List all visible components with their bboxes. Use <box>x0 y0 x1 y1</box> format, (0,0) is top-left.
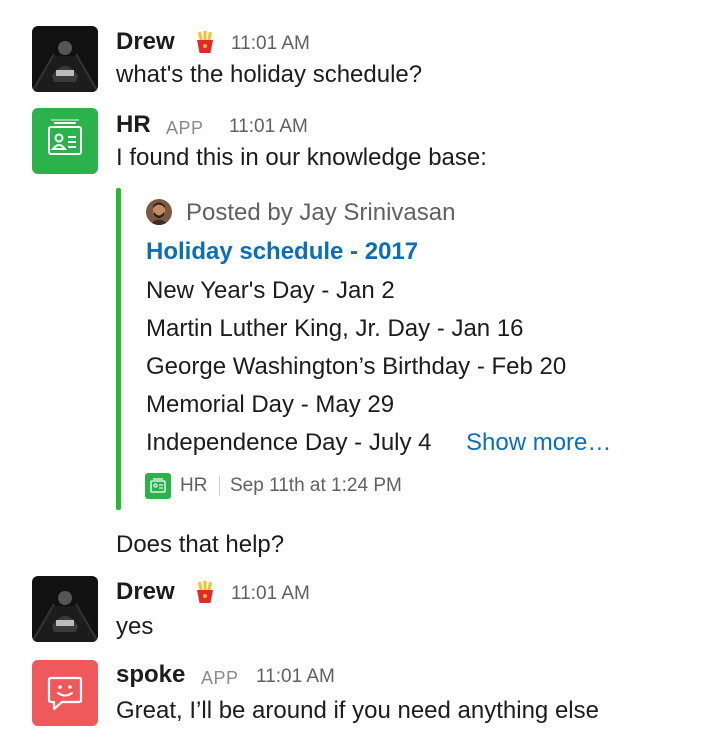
attachment-line: Memorial Day - May 29 <box>146 391 395 418</box>
sender-name[interactable]: Drew <box>116 578 175 606</box>
message-text: Great, I’ll be around if you need anythi… <box>116 697 599 724</box>
message-text: Does that help? <box>116 531 285 558</box>
fries-icon <box>193 580 217 604</box>
message-timestamp[interactable]: 11:01 AM <box>231 582 310 606</box>
attachment-line: Independence Day - July 4 <box>146 429 432 456</box>
message-text: what's the holiday schedule? <box>116 61 423 88</box>
attachment-footer-app: HR <box>180 475 208 496</box>
avatar-drew[interactable] <box>32 26 98 92</box>
attachment-accent-bar <box>116 188 121 510</box>
fries-icon <box>193 30 217 54</box>
message-timestamp[interactable]: 11:01 AM <box>229 115 308 139</box>
sender-name[interactable]: HR <box>116 111 151 139</box>
sender-name[interactable]: Drew <box>116 28 175 56</box>
attachment-line: Martin Luther King, Jr. Day - Jan 16 <box>146 315 524 342</box>
attachment-title-link[interactable]: Holiday schedule - 2017 <box>146 237 418 267</box>
app-badge: APP <box>201 668 239 688</box>
avatar-drew[interactable] <box>32 576 98 642</box>
message-text: yes <box>116 613 154 640</box>
message-text: I found this in our knowledge base: <box>116 144 487 171</box>
attachment-footer-time[interactable]: Sep 11th at 1:24 PM <box>230 474 402 498</box>
author-avatar[interactable] <box>146 199 172 225</box>
avatar-hr[interactable] <box>32 108 98 174</box>
attachment-line: New Year's Day - Jan 2 <box>146 277 395 304</box>
message-timestamp[interactable]: 11:01 AM <box>256 665 335 689</box>
hr-app-icon <box>145 473 171 499</box>
footer-divider <box>219 476 220 496</box>
person-photo-icon <box>32 26 98 92</box>
show-more-link[interactable]: Show more… <box>466 428 611 458</box>
sender-name[interactable]: spoke <box>116 661 185 689</box>
id-card-icon <box>48 119 82 155</box>
app-badge: APP <box>166 118 204 138</box>
smiley-chat-bubble-icon <box>47 676 83 711</box>
avatar-spoke[interactable] <box>32 660 98 726</box>
attachment-author: Posted by Jay Srinivasan <box>186 199 456 226</box>
person-photo-icon <box>32 576 98 642</box>
attachment-line: George Washington’s Birthday - Feb 20 <box>146 353 567 380</box>
message-timestamp[interactable]: 11:01 AM <box>231 32 310 56</box>
